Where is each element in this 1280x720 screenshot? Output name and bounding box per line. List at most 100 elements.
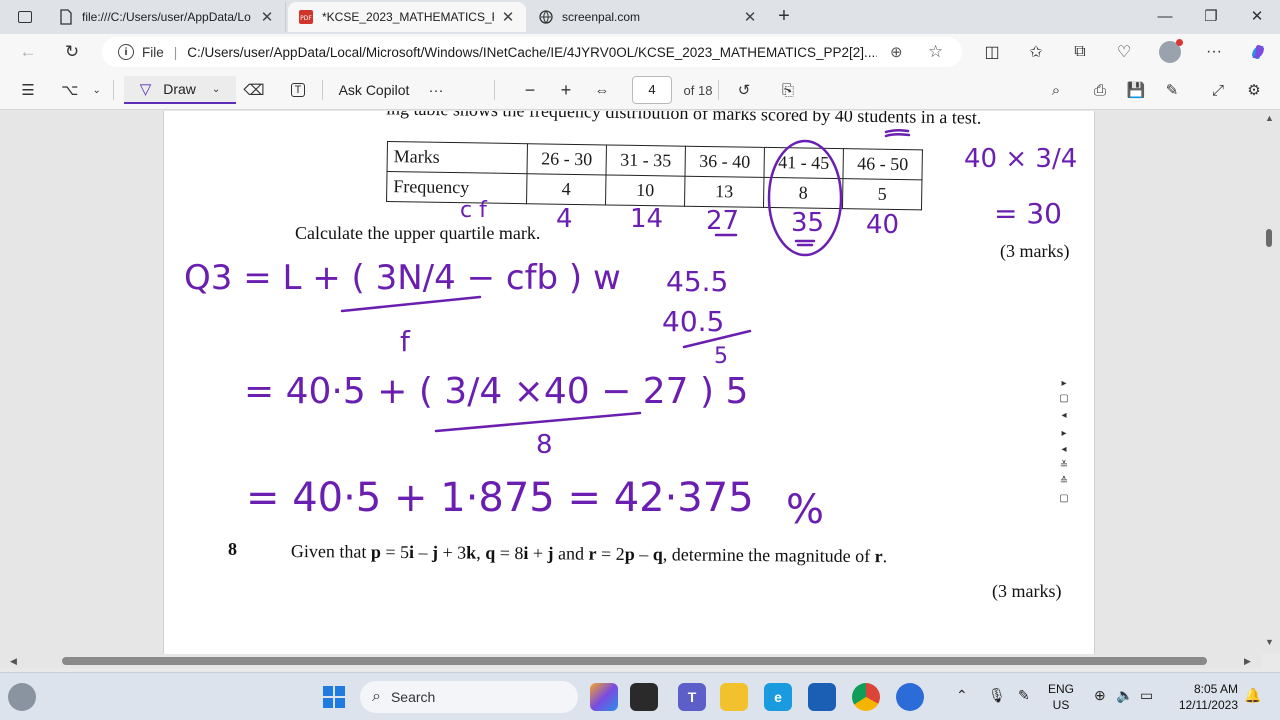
- table-cell: 10: [605, 174, 685, 207]
- chevron-right-icon[interactable]: ▸: [1058, 377, 1070, 389]
- ink-step: = 40·5 + 1·875 = 42·375: [246, 475, 754, 521]
- refresh-button[interactable]: ↻: [58, 38, 86, 66]
- page-number-input[interactable]: 4: [632, 76, 672, 104]
- chevron-down-icon: ⌄: [92, 84, 101, 96]
- vertical-scrollbar[interactable]: ▲ ▼: [1262, 111, 1276, 654]
- question-number: 8: [228, 539, 237, 559]
- fullscreen-icon[interactable]: ⤢: [1204, 76, 1232, 104]
- rotate-icon[interactable]: ↺: [730, 76, 758, 104]
- file-explorer-icon[interactable]: [720, 683, 748, 711]
- vertical-scroll-thumb[interactable]: [1266, 229, 1272, 247]
- svg-text:PDF: PDF: [300, 15, 312, 22]
- minimize-button[interactable]: —: [1142, 0, 1188, 32]
- task-view-icon[interactable]: [630, 683, 658, 711]
- notification-bell-icon[interactable]: 🔔: [1244, 687, 1261, 704]
- clock-time: 8:05 AM: [1193, 682, 1238, 696]
- table-cell: 26 - 30: [527, 143, 607, 175]
- zoom-out-button[interactable]: −: [516, 76, 544, 104]
- page-view-icon[interactable]: ⎘: [774, 76, 802, 104]
- settings-more-icon[interactable]: ···: [1200, 38, 1228, 66]
- chevron-left-icon[interactable]: ◂: [1058, 409, 1070, 421]
- draw-button[interactable]: ▽ Draw ⌄: [124, 76, 236, 104]
- horizontal-scrollbar[interactable]: ◀ ▶: [0, 654, 1262, 668]
- table-row-header: Marks: [387, 141, 528, 174]
- widgets-icon[interactable]: [8, 683, 36, 711]
- collapse-icon[interactable]: ≚: [1058, 459, 1070, 471]
- collections-icon[interactable]: ⧉: [1066, 38, 1094, 66]
- expand-icon[interactable]: ≙: [1058, 475, 1070, 487]
- tab-screenpal[interactable]: screenpal.com ✕: [528, 2, 768, 32]
- scroll-up-icon[interactable]: ▲: [1265, 113, 1274, 123]
- battery-icon[interactable]: ▭: [1140, 687, 1153, 704]
- extensions-icon[interactable]: ♡: [1110, 38, 1138, 66]
- table-cell: 13: [684, 176, 764, 208]
- split-screen-icon[interactable]: ◫: [978, 38, 1006, 66]
- square-icon[interactable]: ▢: [1058, 492, 1070, 504]
- ink-cf-value: 35: [791, 208, 824, 238]
- print-icon[interactable]: ⎙: [1086, 76, 1114, 104]
- square-icon[interactable]: ▢: [1058, 392, 1070, 404]
- table-row-header: Frequency: [386, 171, 528, 204]
- edge-icon[interactable]: e: [764, 683, 792, 711]
- favorite-star-icon[interactable]: ☆: [928, 42, 943, 62]
- save-icon[interactable]: 💾: [1122, 76, 1150, 104]
- start-button[interactable]: [320, 683, 348, 711]
- chevron-up-icon[interactable]: ⌃: [956, 687, 968, 704]
- profile-avatar[interactable]: [1156, 38, 1184, 66]
- volume-icon[interactable]: 🔈: [1116, 687, 1133, 704]
- close-icon[interactable]: ✕: [259, 9, 275, 26]
- toolbar-divider: [322, 80, 323, 100]
- pen-icon[interactable]: ✎: [1018, 687, 1030, 704]
- text-box-icon[interactable]: T: [284, 76, 312, 104]
- tab-pdf[interactable]: PDF *KCSE_2023_MATHEMATICS_PP2 ✕: [288, 2, 526, 32]
- settings-gear-icon[interactable]: ⚙: [1240, 76, 1268, 104]
- favorites-icon[interactable]: ✩: [1022, 38, 1050, 66]
- zoom-in-button[interactable]: +: [552, 76, 580, 104]
- contents-icon[interactable]: ☰: [14, 76, 42, 104]
- toolbar-divider: [494, 80, 495, 100]
- chevron-right-icon[interactable]: ▸: [1058, 427, 1070, 439]
- scroll-left-icon[interactable]: ◀: [10, 656, 17, 667]
- zoom-icon[interactable]: ⊕: [890, 43, 903, 61]
- new-tab-button[interactable]: +: [770, 0, 798, 32]
- search-icon[interactable]: ⌕: [1042, 76, 1070, 104]
- document-viewport[interactable]: ing table shows the frequency distributi…: [0, 111, 1280, 654]
- pdf-icon: PDF: [298, 9, 314, 25]
- ink-calc: = 30: [994, 197, 1062, 230]
- language-indicator[interactable]: ENG US: [1048, 681, 1074, 713]
- microphone-icon[interactable]: 🎙: [988, 687, 1006, 704]
- ask-copilot-button[interactable]: Ask Copilot: [332, 76, 416, 104]
- back-button[interactable]: ←: [14, 38, 42, 66]
- scroll-down-icon[interactable]: ▼: [1265, 637, 1274, 647]
- highlight-button[interactable]: ⌥ ⌄: [54, 76, 108, 104]
- more-tools-button[interactable]: ···: [422, 76, 450, 104]
- copilot-icon[interactable]: [1244, 38, 1272, 66]
- chevron-left-icon[interactable]: ◂: [1058, 443, 1070, 455]
- teams-icon[interactable]: T: [678, 683, 706, 711]
- maximize-button[interactable]: ❐: [1188, 0, 1234, 32]
- ink-fraction-bar: [682, 329, 752, 349]
- horizontal-scroll-thumb[interactable]: [62, 657, 1207, 665]
- eraser-icon[interactable]: ⌫: [240, 76, 268, 104]
- network-icon[interactable]: ⊕: [1094, 687, 1106, 704]
- tab-actions-button[interactable]: [8, 2, 46, 32]
- clock[interactable]: 8:05 AM 12/11/2023: [1170, 681, 1238, 713]
- tab-file[interactable]: file:///C:/Users/user/AppData/Lo ✕: [48, 2, 286, 32]
- scroll-right-icon[interactable]: ▶: [1244, 656, 1251, 667]
- save-as-icon[interactable]: ✎: [1158, 76, 1186, 104]
- ink-fraction-bar: [434, 411, 642, 433]
- fit-page-icon[interactable]: ⇔: [588, 76, 616, 104]
- taskbar-search[interactable]: ⌕ Search: [360, 681, 578, 713]
- window-close-button[interactable]: ✕: [1234, 0, 1280, 32]
- screenpal-icon[interactable]: [896, 683, 924, 711]
- url-field[interactable]: i File | C:/Users/user/AppData/Local/Mic…: [102, 37, 962, 67]
- close-icon[interactable]: ✕: [742, 9, 758, 26]
- language-code: ENG: [1048, 682, 1075, 696]
- store-icon[interactable]: [808, 683, 836, 711]
- question-8-text: Given that p = 5i – j + 3k, q = 8i + j a…: [290, 541, 888, 567]
- tab-actions-icon: [18, 11, 32, 23]
- chrome-icon[interactable]: [852, 683, 880, 711]
- close-icon[interactable]: ✕: [500, 9, 516, 26]
- copilot-icon[interactable]: [590, 683, 618, 711]
- ink-step: = 40·5 + ( 3/4 ×40 − 27 ) 5: [244, 371, 748, 412]
